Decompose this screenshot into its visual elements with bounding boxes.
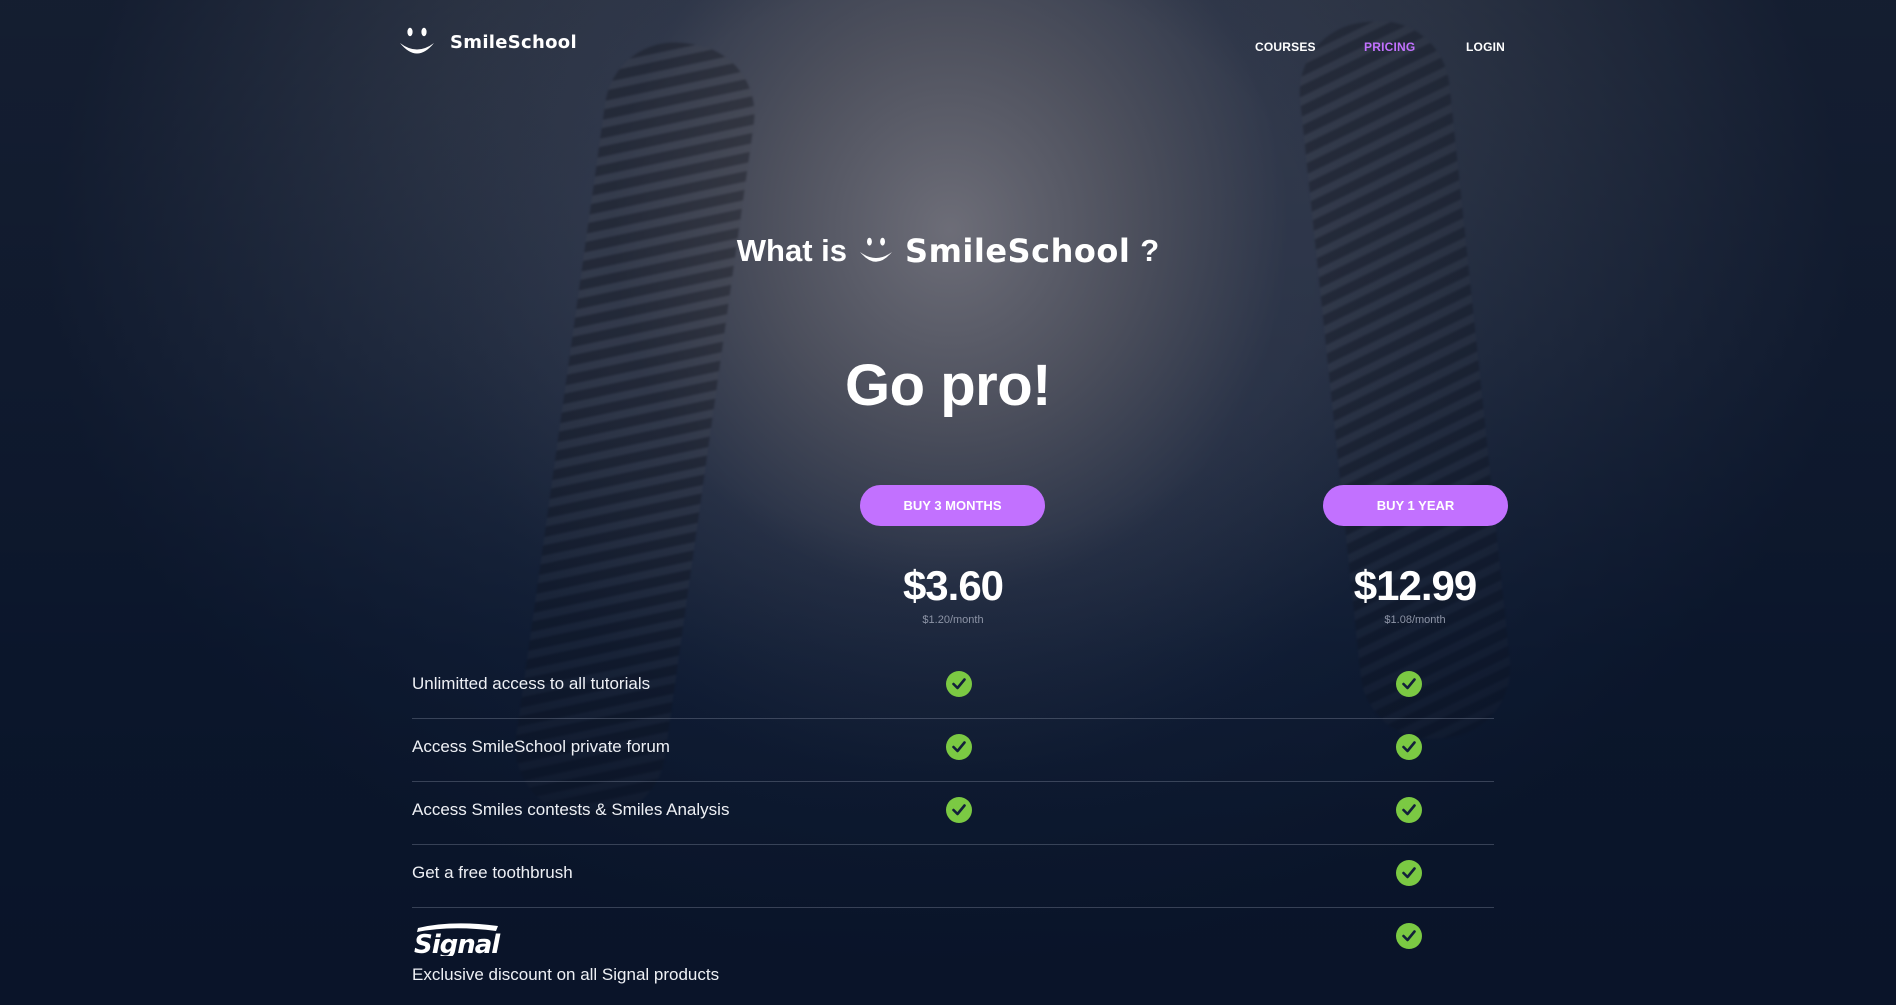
feature-label: Get a free toothbrush bbox=[412, 863, 573, 882]
what-is-brand: SmileSchool bbox=[905, 232, 1131, 270]
what-is-prefix: What is bbox=[736, 233, 848, 268]
buy-3-months-button[interactable]: BUY 3 MONTHS bbox=[860, 485, 1045, 526]
feature-label: Unlimitted access to all tutorials bbox=[412, 674, 651, 693]
per-month-3-months: $1.20/month bbox=[922, 614, 984, 626]
feature-row: Signal Exclusive discount on all Signal … bbox=[412, 908, 1494, 998]
check-circle-icon bbox=[946, 797, 972, 823]
page-title: Go pro! bbox=[845, 353, 1051, 418]
feature-row: Unlimitted access to all tutorials bbox=[412, 656, 1494, 719]
nav-link-courses[interactable]: COURSES bbox=[1255, 40, 1316, 54]
price-1-year: $12.99 bbox=[1353, 562, 1477, 609]
check-circle-icon bbox=[946, 734, 972, 760]
feature-label: Access Smiles contests & Smiles Analysis bbox=[412, 800, 730, 819]
feature-row: Get a free toothbrush bbox=[412, 845, 1494, 908]
check-circle-icon bbox=[1396, 923, 1422, 949]
feature-row: Access SmileSchool private forum bbox=[412, 719, 1494, 782]
price-3-months: $3.60 bbox=[902, 562, 1004, 609]
feature-comparison-table: Unlimitted access to all tutorials Acces… bbox=[412, 656, 1494, 998]
feature-label: Access SmileSchool private forum bbox=[412, 737, 670, 756]
nav-link-pricing[interactable]: PRICING bbox=[1364, 40, 1415, 54]
check-circle-icon bbox=[946, 671, 972, 697]
nav-link-login[interactable]: LOGIN bbox=[1466, 40, 1505, 54]
check-circle-icon bbox=[1396, 734, 1422, 760]
top-navigation: SmileSchool COURSES PRICING LOGIN bbox=[0, 0, 1896, 90]
check-circle-icon bbox=[1396, 671, 1422, 697]
what-is-heading: What is SmileSchool ? bbox=[0, 232, 1896, 270]
smiley-face-icon bbox=[400, 27, 434, 54]
signal-logo: Signal bbox=[414, 923, 502, 956]
per-month-1-year: $1.08/month bbox=[1384, 614, 1446, 626]
brand-logo[interactable]: SmileSchool bbox=[398, 26, 577, 58]
feature-label: Exclusive discount on all Signal product… bbox=[412, 965, 720, 984]
brand-name: SmileSchool bbox=[450, 31, 577, 53]
smiley-face-icon bbox=[860, 237, 892, 262]
feature-row: Access Smiles contests & Smiles Analysis bbox=[412, 782, 1494, 845]
svg-text:Signal: Signal bbox=[414, 930, 501, 956]
what-is-suffix: ? bbox=[1140, 233, 1160, 268]
check-circle-icon bbox=[1396, 797, 1422, 823]
check-circle-icon bbox=[1396, 860, 1422, 886]
buy-1-year-button[interactable]: BUY 1 YEAR bbox=[1323, 485, 1508, 526]
